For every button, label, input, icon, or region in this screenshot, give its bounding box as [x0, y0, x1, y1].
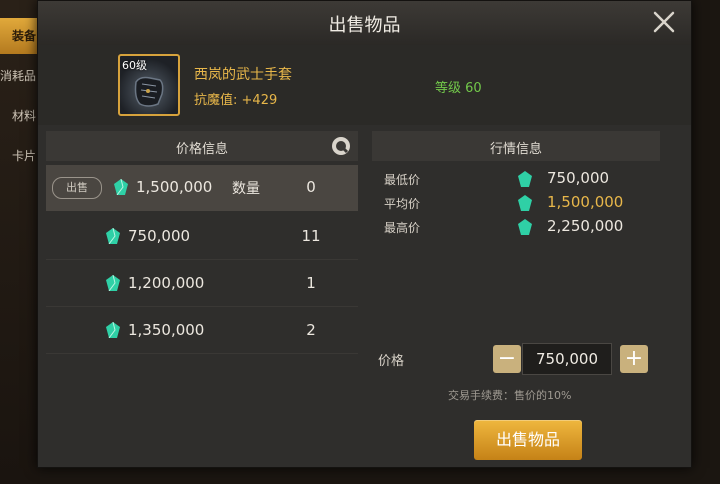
sell-tag-button[interactable]: 出售	[52, 177, 102, 199]
my-listing-row[interactable]: 出售 1,500,000 数量 0	[46, 165, 358, 211]
gem-icon	[106, 275, 120, 291]
listing-qty: 2	[306, 321, 316, 339]
listing-qty: 11	[301, 227, 321, 245]
price-info-panel: 价格信息 出售 1,500,000 数量 0 750,000 11 1,200,…	[46, 131, 358, 441]
listing-price: 1,200,000	[128, 274, 205, 292]
price-info-header: 价格信息	[46, 131, 358, 161]
category-tab-materials[interactable]: 材料	[0, 98, 40, 134]
listing-row: 750,000 11	[46, 213, 358, 260]
my-listing-qty: 0	[306, 178, 316, 196]
fee-note: 交易手续费：售价的10%	[448, 389, 572, 402]
background-sidebar: 装备 消耗品 材料 卡片	[0, 0, 40, 484]
refresh-icon[interactable]	[330, 135, 352, 157]
item-resist: 抗魔值: +429	[194, 89, 277, 108]
sell-button[interactable]: 出售物品	[474, 420, 582, 460]
market-value: 1,500,000	[547, 193, 624, 211]
price-info-title: 价格信息	[175, 142, 228, 157]
dialog-title-bar: 出售物品	[38, 1, 691, 46]
market-label: 最低价	[384, 173, 421, 187]
quantity-label: 数量	[232, 181, 260, 197]
increase-price-button[interactable]: +	[620, 345, 648, 373]
category-tab-cards[interactable]: 卡片	[0, 138, 40, 174]
item-level-badge: 60级	[122, 59, 147, 72]
item-icon-frame[interactable]: 60级	[118, 54, 180, 116]
resist-label: 抗魔值:	[194, 93, 238, 108]
category-tab-consumables[interactable]: 消耗品	[0, 58, 40, 94]
close-icon[interactable]	[651, 9, 677, 35]
market-value: 750,000	[547, 169, 610, 187]
glove-icon	[134, 76, 164, 107]
price-label: 价格	[378, 354, 405, 369]
item-name: 西岚的武士手套	[194, 67, 292, 83]
item-header: 60级 西岚的武士手套 抗魔值: +429 等级 60	[38, 45, 691, 125]
listing-qty: 1	[306, 274, 316, 292]
market-label: 平均价	[384, 197, 421, 211]
gem-icon	[518, 171, 532, 187]
market-label: 最高价	[384, 221, 421, 235]
gem-icon	[518, 195, 532, 211]
market-value: 2,250,000	[547, 217, 624, 235]
category-tab-equipment[interactable]: 装备	[0, 18, 40, 54]
sell-item-dialog: 出售物品 60级 西岚的武士手套 抗魔值: +429 等级 60 价格信息 出售…	[37, 0, 692, 468]
listing-row: 1,200,000 1	[46, 260, 358, 307]
market-row-min: 最低价 750,000	[372, 167, 660, 191]
dialog-title: 出售物品	[328, 15, 401, 36]
gem-icon	[518, 219, 532, 235]
my-listing-price: 1,500,000	[136, 178, 213, 196]
resist-value: +429	[241, 93, 278, 108]
gem-icon	[106, 322, 120, 338]
decrease-price-button[interactable]: −	[493, 345, 521, 373]
gem-icon	[106, 228, 120, 244]
market-row-avg: 平均价 1,500,000	[372, 191, 660, 215]
gem-icon	[114, 179, 128, 195]
listing-price: 750,000	[128, 227, 191, 245]
market-row-max: 最高价 2,250,000	[372, 215, 660, 239]
price-input[interactable]: 750,000	[522, 343, 612, 375]
listing-row: 1,350,000 2	[46, 307, 358, 354]
item-level: 等级 60	[435, 81, 482, 96]
listing-price: 1,350,000	[128, 321, 205, 339]
market-info-header: 行情信息	[372, 131, 660, 161]
market-info-title: 行情信息	[489, 142, 542, 157]
